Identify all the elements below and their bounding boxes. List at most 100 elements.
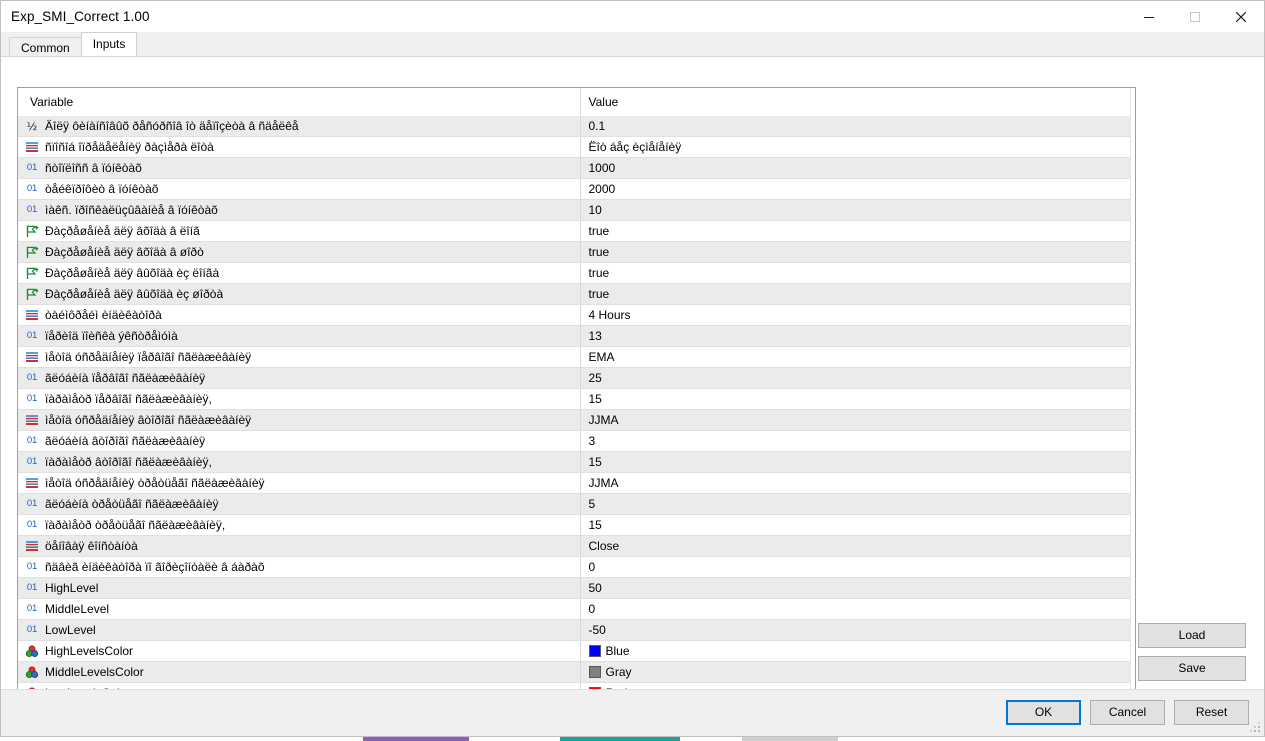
- load-button[interactable]: Load: [1138, 623, 1246, 648]
- tab-common[interactable]: Common: [9, 37, 82, 58]
- value-cell[interactable]: 3: [579, 430, 1132, 452]
- value-cell[interactable]: 0.1: [579, 115, 1132, 137]
- value-cell[interactable]: Gray: [579, 661, 1132, 683]
- table-row[interactable]: ìåòîä óñðåäíåíèÿ ïåðâîãî ñãëàæèâàíèÿ EMA: [18, 346, 1132, 368]
- table-body: ½ Äîëÿ ôèíàíñîâûõ ðåñóðñîâ îò äåïîçèòà â …: [18, 115, 1132, 689]
- table-row[interactable]: Ðàçðåøåíèå äëÿ âõîäà â ëîíã true: [18, 220, 1132, 242]
- variable-cell[interactable]: Ðàçðåøåíèå äëÿ âûõîäà èç øîðòà: [18, 283, 580, 305]
- value-cell[interactable]: 15: [579, 451, 1132, 473]
- table-row[interactable]: 01 ñòîïëîññ â ïóíêòàõ 1000: [18, 157, 1132, 179]
- variable-cell[interactable]: 01 ñòîïëîññ â ïóíêòàõ: [18, 157, 580, 179]
- variable-cell[interactable]: ½ Äîëÿ ôèíàíñîâûõ ðåñóðñîâ îò äåïîçèòà â …: [18, 115, 580, 137]
- variable-cell[interactable]: ìåòîä óñðåäíåíèÿ òðåòüåãî ñãëàæèâàíèÿ: [18, 473, 580, 494]
- table-row[interactable]: 01 ïàðàìåòð òðåòüåãî ñãëàæèâàíèÿ, 15: [18, 514, 1132, 536]
- variable-cell[interactable]: 01 ïàðàìåòð ïåðâîãî ñãëàæèâàíèÿ,: [18, 389, 580, 410]
- table-row[interactable]: Ðàçðåøåíèå äëÿ âûõîäà èç øîðòà true: [18, 283, 1132, 305]
- color-icon: [24, 643, 40, 659]
- table-row[interactable]: 01 òåéêïðîôèò â ïóíêòàõ 2000: [18, 178, 1132, 200]
- value-cell[interactable]: -50: [579, 619, 1132, 641]
- save-button[interactable]: Save: [1138, 656, 1246, 681]
- variable-cell[interactable]: Ðàçðåøåíèå äëÿ âûõîäà èç ëîíãà: [18, 263, 580, 284]
- table-row[interactable]: 01 LowLevel -50: [18, 619, 1132, 641]
- grid-scrollbar[interactable]: [1130, 88, 1135, 689]
- value-cell[interactable]: 10: [579, 199, 1132, 221]
- variable-label: Ðàçðåøåíèå äëÿ âûõîäà èç øîðòà: [45, 287, 224, 301]
- variable-cell[interactable]: 01 HighLevel: [18, 577, 580, 599]
- value-cell[interactable]: 0: [579, 556, 1132, 578]
- variable-cell[interactable]: 01 òåéêïðîôèò â ïóíêòàõ: [18, 179, 580, 200]
- table-row[interactable]: ½ Äîëÿ ôèíàíñîâûõ ðåñóðñîâ îò äåïîçèòà â …: [18, 115, 1132, 137]
- table-row[interactable]: 01 ãëóáèíà ïåðâîãî ñãëàæèâàíèÿ 25: [18, 367, 1132, 389]
- variable-cell[interactable]: òàéìôðåéì èíäèêàòîðà: [18, 305, 580, 326]
- value-cell[interactable]: 25: [579, 367, 1132, 389]
- value-cell[interactable]: true: [579, 220, 1132, 242]
- table-row[interactable]: 01 ãëóáèíà òðåòüåãî ñãëàæèâàíèÿ 5: [18, 493, 1132, 515]
- value-cell[interactable]: JJMA: [579, 472, 1132, 494]
- variable-cell[interactable]: 01 LowLevel: [18, 619, 580, 641]
- minimize-button[interactable]: [1126, 1, 1172, 32]
- table-row[interactable]: 01 ãëóáèíà âòîðîãî ñãëàæèâàíèÿ 3: [18, 430, 1132, 452]
- table-row[interactable]: ìåòîä óñðåäíåíèÿ âòîðîãî ñãëàæèâàíèÿ JJMA: [18, 409, 1132, 431]
- tab-strip: Common Inputs: [1, 32, 1264, 58]
- value-cell[interactable]: 13: [579, 325, 1132, 347]
- close-button[interactable]: [1218, 1, 1264, 32]
- variable-cell[interactable]: ìåòîä óñðåäíåíèÿ âòîðîãî ñãëàæèâàíèÿ: [18, 409, 580, 431]
- value-cell[interactable]: Ëîò áåç èçìåíåíèÿ: [579, 136, 1132, 158]
- variable-cell[interactable]: 01 ãëóáèíà òðåòüåãî ñãëàæèâàíèÿ: [18, 493, 580, 515]
- variable-cell[interactable]: 01 ìàêñ. ïðîñêàëüçûâàíèå â ïóíêòàõ: [18, 199, 580, 221]
- value-cell[interactable]: true: [579, 262, 1132, 284]
- table-row[interactable]: 01 HighLevel 50: [18, 577, 1132, 599]
- variable-cell[interactable]: Ðàçðåøåíèå äëÿ âõîäà â ëîíã: [18, 221, 580, 242]
- integer-icon: 01: [26, 519, 38, 531]
- value-cell[interactable]: true: [579, 241, 1132, 263]
- variable-cell[interactable]: ìåòîä óñðåäíåíèÿ ïåðâîãî ñãëàæèâàíèÿ: [18, 347, 580, 368]
- table-row[interactable]: ñïîñîá îïðåäåëåíèÿ ðàçìåðà ëîòà Ëîò áåç è…: [18, 136, 1132, 158]
- table-row[interactable]: òàéìôðåéì èíäèêàòîðà 4 Hours: [18, 304, 1132, 326]
- variable-label: Ðàçðåøåíèå äëÿ âõîäà â øîðò: [45, 245, 204, 259]
- table-row[interactable]: 01 ïàðàìåòð âòîðîãî ñãëàæèâàíèÿ, 15: [18, 451, 1132, 473]
- table-row[interactable]: 01 ïàðàìåòð ïåðâîãî ñãëàæèâàíèÿ, 15: [18, 388, 1132, 410]
- value-cell[interactable]: EMA: [579, 346, 1132, 368]
- value-cell[interactable]: JJMA: [579, 409, 1132, 431]
- integer-icon: 01: [26, 162, 38, 174]
- value-cell[interactable]: 2000: [579, 178, 1132, 200]
- variable-cell[interactable]: 01 ñäâèã èíäèêàòîðà ïî ãîðèçîíòàëè â áàðà…: [18, 557, 580, 578]
- value-cell[interactable]: 1000: [579, 157, 1132, 179]
- table-row[interactable]: Ðàçðåøåíèå äëÿ âõîäà â øîðò true: [18, 241, 1132, 263]
- table-row[interactable]: HighLevelsColor Blue: [18, 640, 1132, 662]
- variable-cell[interactable]: ñïîñîá îïðåäåëåíèÿ ðàçìåðà ëîòà: [18, 137, 580, 158]
- value-cell[interactable]: 0: [579, 598, 1132, 620]
- maximize-button[interactable]: [1172, 1, 1218, 32]
- ok-button[interactable]: OK: [1006, 700, 1081, 725]
- variable-cell[interactable]: MiddleLevelsColor: [18, 661, 580, 683]
- value-cell[interactable]: 5: [579, 493, 1132, 515]
- cancel-button[interactable]: Cancel: [1090, 700, 1165, 725]
- value-cell[interactable]: 15: [579, 514, 1132, 536]
- tab-inputs[interactable]: Inputs: [80, 32, 138, 56]
- table-row[interactable]: 01 ìàêñ. ïðîñêàëüçûâàíèå â ïóíêòàõ 10: [18, 199, 1132, 221]
- variable-cell[interactable]: 01 ãëóáèíà ïåðâîãî ñãëàæèâàíèÿ: [18, 367, 580, 389]
- variable-cell[interactable]: 01 ïàðàìåòð òðåòüåãî ñãëàæèâàíèÿ,: [18, 515, 580, 536]
- table-row[interactable]: öåíîâàÿ êîíñòàíòà Close: [18, 535, 1132, 557]
- value-cell[interactable]: 4 Hours: [579, 304, 1132, 326]
- table-row[interactable]: 01 ñäâèã èíäèêàòîðà ïî ãîðèçîíòàëè â áàðà…: [18, 556, 1132, 578]
- table-row[interactable]: 01 ïåðèîä ïîèñêà ýêñòðåìóìà 13: [18, 325, 1132, 347]
- variable-cell[interactable]: 01 MiddleLevel: [18, 599, 580, 620]
- value-cell[interactable]: 15: [579, 388, 1132, 410]
- value-cell[interactable]: Blue: [579, 640, 1132, 662]
- value-cell[interactable]: true: [579, 283, 1132, 305]
- variable-cell[interactable]: 01 ãëóáèíà âòîðîãî ñãëàæèâàíèÿ: [18, 431, 580, 452]
- table-row[interactable]: MiddleLevelsColor Gray: [18, 661, 1132, 683]
- value-cell[interactable]: Close: [579, 535, 1132, 557]
- variable-cell[interactable]: 01 ïåðèîä ïîèñêà ýêñòðåìóìà: [18, 325, 580, 347]
- table-row[interactable]: Ðàçðåøåíèå äëÿ âûõîäà èç ëîíãà true: [18, 262, 1132, 284]
- reset-button[interactable]: Reset: [1174, 700, 1249, 725]
- resize-grip-icon[interactable]: [1250, 722, 1261, 733]
- variable-cell[interactable]: Ðàçðåøåíèå äëÿ âõîäà â øîðò: [18, 241, 580, 263]
- table-row[interactable]: 01 MiddleLevel 0: [18, 598, 1132, 620]
- variable-cell[interactable]: 01 ïàðàìåòð âòîðîãî ñãëàæèâàíèÿ,: [18, 451, 580, 473]
- variable-cell[interactable]: öåíîâàÿ êîíñòàíòà: [18, 535, 580, 557]
- value-cell[interactable]: 50: [579, 577, 1132, 599]
- variable-cell[interactable]: HighLevelsColor: [18, 641, 580, 662]
- table-row[interactable]: ìåòîä óñðåäíåíèÿ òðåòüåãî ñãëàæèâàíèÿ JJM…: [18, 472, 1132, 494]
